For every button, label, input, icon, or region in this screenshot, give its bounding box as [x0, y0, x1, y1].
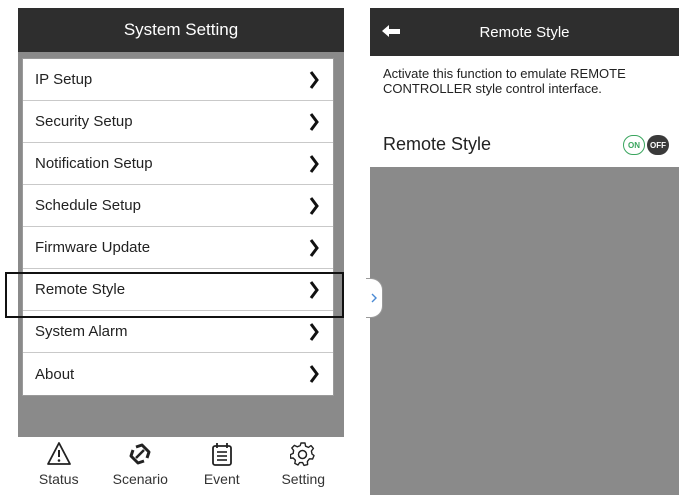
system-setting-screen: System Setting IP Setup Security Setup N… — [18, 8, 344, 495]
toggle-off-button[interactable]: OFF — [647, 135, 669, 155]
chevron-right-icon — [309, 238, 319, 257]
menu-item-firmware-update[interactable]: Firmware Update — [23, 227, 333, 269]
page-title: Remote Style — [479, 23, 570, 41]
description-text: Activate this function to emulate REMOTE… — [383, 66, 626, 96]
tab-scenario[interactable]: Scenario — [100, 437, 180, 487]
gear-icon — [290, 442, 315, 467]
tab-setting[interactable]: Setting — [263, 437, 343, 487]
menu-item-label: Firmware Update — [35, 239, 151, 256]
menu-area: IP Setup Security Setup Notification Set… — [18, 52, 344, 437]
remote-style-toggle[interactable]: ON OFF — [621, 135, 669, 155]
chevron-right-icon — [309, 112, 319, 131]
tab-label: Event — [203, 471, 240, 487]
chevron-right-icon — [309, 70, 319, 89]
tab-label: Scenario — [112, 471, 168, 487]
scenario-icon — [129, 443, 151, 465]
chevron-right-icon — [309, 154, 319, 173]
tab-event[interactable]: Event — [182, 437, 262, 487]
highlight-remote-style-box — [5, 272, 344, 318]
chevron-right-icon — [309, 196, 319, 215]
calendar-icon — [211, 443, 232, 466]
settings-menu: IP Setup Security Setup Notification Set… — [22, 58, 334, 396]
side-drawer-handle[interactable] — [366, 278, 383, 318]
toggle-on-button[interactable]: ON — [623, 135, 645, 155]
page-title-text: System Setting — [123, 20, 239, 39]
menu-item-label: About — [35, 365, 75, 383]
chevron-right-icon — [309, 322, 319, 341]
bottom-tab-bar: Status Scenario Event Setting — [18, 437, 344, 495]
remote-style-label: Remote Style — [383, 134, 492, 154]
menu-item-schedule-setup[interactable]: Schedule Setup — [23, 185, 333, 227]
menu-item-notification-setup[interactable]: Notification Setup — [23, 143, 333, 185]
back-arrow-icon[interactable] — [380, 22, 402, 42]
menu-item-ip-setup[interactable]: IP Setup — [23, 59, 333, 101]
chevron-right-icon — [309, 365, 319, 383]
menu-item-label: Schedule Setup — [35, 197, 141, 214]
remote-style-panel: Activate this function to emulate REMOTE… — [370, 56, 679, 167]
chevron-right-icon — [371, 293, 377, 303]
page-title: System Setting — [18, 8, 344, 52]
menu-item-label: System Alarm — [35, 323, 128, 340]
tab-label: Setting — [281, 471, 326, 487]
menu-item-label: Security Setup — [35, 113, 133, 130]
remote-style-screen: Remote Style Activate this function to e… — [366, 8, 679, 495]
remote-style-header: Remote Style — [370, 8, 679, 56]
tab-label: Status — [38, 471, 79, 487]
tab-status[interactable]: Status — [19, 437, 99, 487]
menu-item-security-setup[interactable]: Security Setup — [23, 101, 333, 143]
menu-item-about[interactable]: About — [23, 353, 333, 395]
menu-item-label: IP Setup — [35, 71, 93, 88]
warning-icon — [46, 442, 71, 465]
menu-item-label: Notification Setup — [35, 155, 153, 172]
